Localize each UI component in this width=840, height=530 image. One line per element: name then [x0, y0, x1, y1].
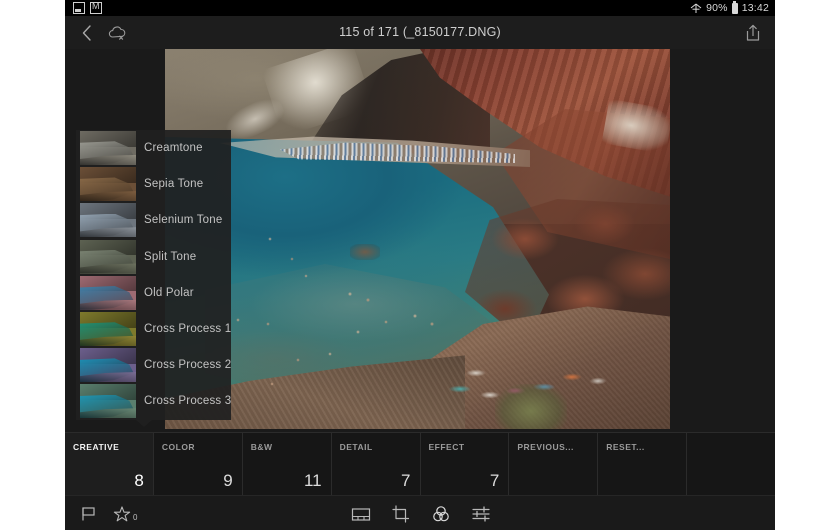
tab-label: CREATIVE — [73, 442, 120, 452]
preset-label: Old Polar — [144, 286, 194, 299]
preset-label: Split Tone — [144, 250, 197, 263]
crop-icon — [392, 505, 410, 523]
screenshot-icon — [73, 2, 85, 14]
preset-thumbnail — [80, 312, 136, 347]
photo-canvas[interactable]: Creamtone Sepia Tone Selenium Tone Split To… — [65, 49, 775, 432]
preset-item[interactable]: Old Polar — [76, 275, 231, 311]
tab-color[interactable]: COLOR 9 — [153, 433, 243, 496]
presets-button[interactable] — [430, 504, 452, 524]
tab-label: DETAIL — [339, 442, 373, 452]
tab-count: 7 — [489, 471, 500, 490]
tab-count: 8 — [134, 471, 144, 490]
tab-count: 11 — [303, 471, 322, 490]
preset-item[interactable]: Cross Process 3 — [76, 383, 231, 419]
preset-label: Cross Process 3 — [144, 395, 232, 408]
crop-button[interactable] — [390, 504, 412, 524]
wifi-icon — [690, 3, 702, 13]
preset-list: Creamtone Sepia Tone Selenium Tone Split To… — [76, 130, 231, 420]
view-mode-button[interactable] — [350, 504, 372, 524]
star-rating-icon — [113, 506, 131, 522]
tab-label: EFFECT — [428, 442, 465, 452]
preset-thumbnail — [80, 275, 136, 310]
preset-thumbnail — [80, 203, 136, 238]
status-bar-system: 90% 13:42 — [690, 0, 769, 16]
clock-label: 13:42 — [741, 2, 769, 14]
top-action-bar: 115 of 171 (_8150177.DNG) — [65, 16, 775, 49]
sliders-icon — [472, 506, 490, 522]
tab-label: PREVIOUS... — [517, 442, 574, 452]
preset-item[interactable]: Selenium Tone — [76, 202, 231, 238]
tab-reset[interactable]: RESET... — [598, 433, 688, 496]
preset-thumbnail — [80, 167, 136, 202]
tab-creative[interactable]: CREATIVE 8 — [65, 433, 154, 496]
preset-label: Cross Process 2 — [144, 359, 232, 372]
flag-button[interactable] — [79, 504, 101, 524]
filmstrip-view-icon — [351, 508, 371, 521]
photo-image[interactable] — [165, 49, 670, 429]
tab-label: B&W — [250, 442, 273, 452]
preset-label: Sepia Tone — [144, 178, 204, 191]
tab-count: 7 — [401, 471, 411, 490]
preset-item[interactable]: Cross Process 1 — [76, 311, 231, 347]
mail-icon — [90, 0, 102, 14]
preset-label: Cross Process 1 — [144, 323, 232, 336]
edit-category-tabs[interactable]: CREATIVE 8 COLOR 9 B&W 11 DETAIL 7 EFFECT 7 PREVIO… — [65, 432, 775, 496]
preset-item[interactable]: Creamtone — [76, 130, 231, 166]
preset-label: Creamtone — [144, 142, 203, 155]
tab-previous[interactable]: PREVIOUS... — [509, 433, 599, 496]
edit-sliders-button[interactable] — [470, 504, 492, 524]
page-title: 115 of 171 (_8150177.DNG) — [339, 25, 501, 39]
tab-label: RESET... — [606, 442, 645, 452]
preset-label: Selenium Tone — [144, 214, 223, 227]
share-button[interactable] — [741, 21, 765, 45]
star-rating-button[interactable] — [113, 504, 135, 524]
preset-thumbnail — [80, 384, 136, 419]
preset-thumbnail — [80, 239, 136, 274]
panel-pointer-notch — [136, 420, 152, 427]
tablet-screen: 90% 13:42 115 of 171 (_8150177.DNG) — [65, 0, 775, 530]
tab-effect[interactable]: EFFECT 7 — [420, 433, 510, 496]
tab-empty[interactable] — [687, 433, 775, 496]
preset-item[interactable]: Sepia Tone — [76, 166, 231, 202]
preset-item[interactable]: Split Tone — [76, 239, 231, 275]
flag-icon — [82, 507, 95, 521]
star-count-label: 0 — [133, 513, 138, 522]
creative-presets-panel[interactable]: Creamtone Sepia Tone Selenium Tone Split To… — [76, 130, 231, 427]
battery-icon — [731, 0, 738, 14]
preset-thumbnail — [80, 131, 136, 166]
photo-bush — [495, 384, 567, 429]
status-bar-notifications — [73, 0, 102, 16]
battery-percent-label: 90% — [706, 2, 728, 14]
preset-thumbnail — [80, 348, 136, 383]
tab-detail[interactable]: DETAIL 7 — [331, 433, 421, 496]
color-mix-icon — [433, 506, 449, 522]
tab-b-w[interactable]: B&W 11 — [242, 433, 332, 496]
tab-label: COLOR — [161, 442, 196, 452]
android-status-bar: 90% 13:42 — [65, 0, 775, 16]
tab-count: 9 — [223, 471, 233, 490]
bottom-toolbar: 0 — [65, 495, 775, 530]
share-icon — [746, 24, 760, 41]
preset-item[interactable]: Cross Process 2 — [76, 347, 231, 383]
